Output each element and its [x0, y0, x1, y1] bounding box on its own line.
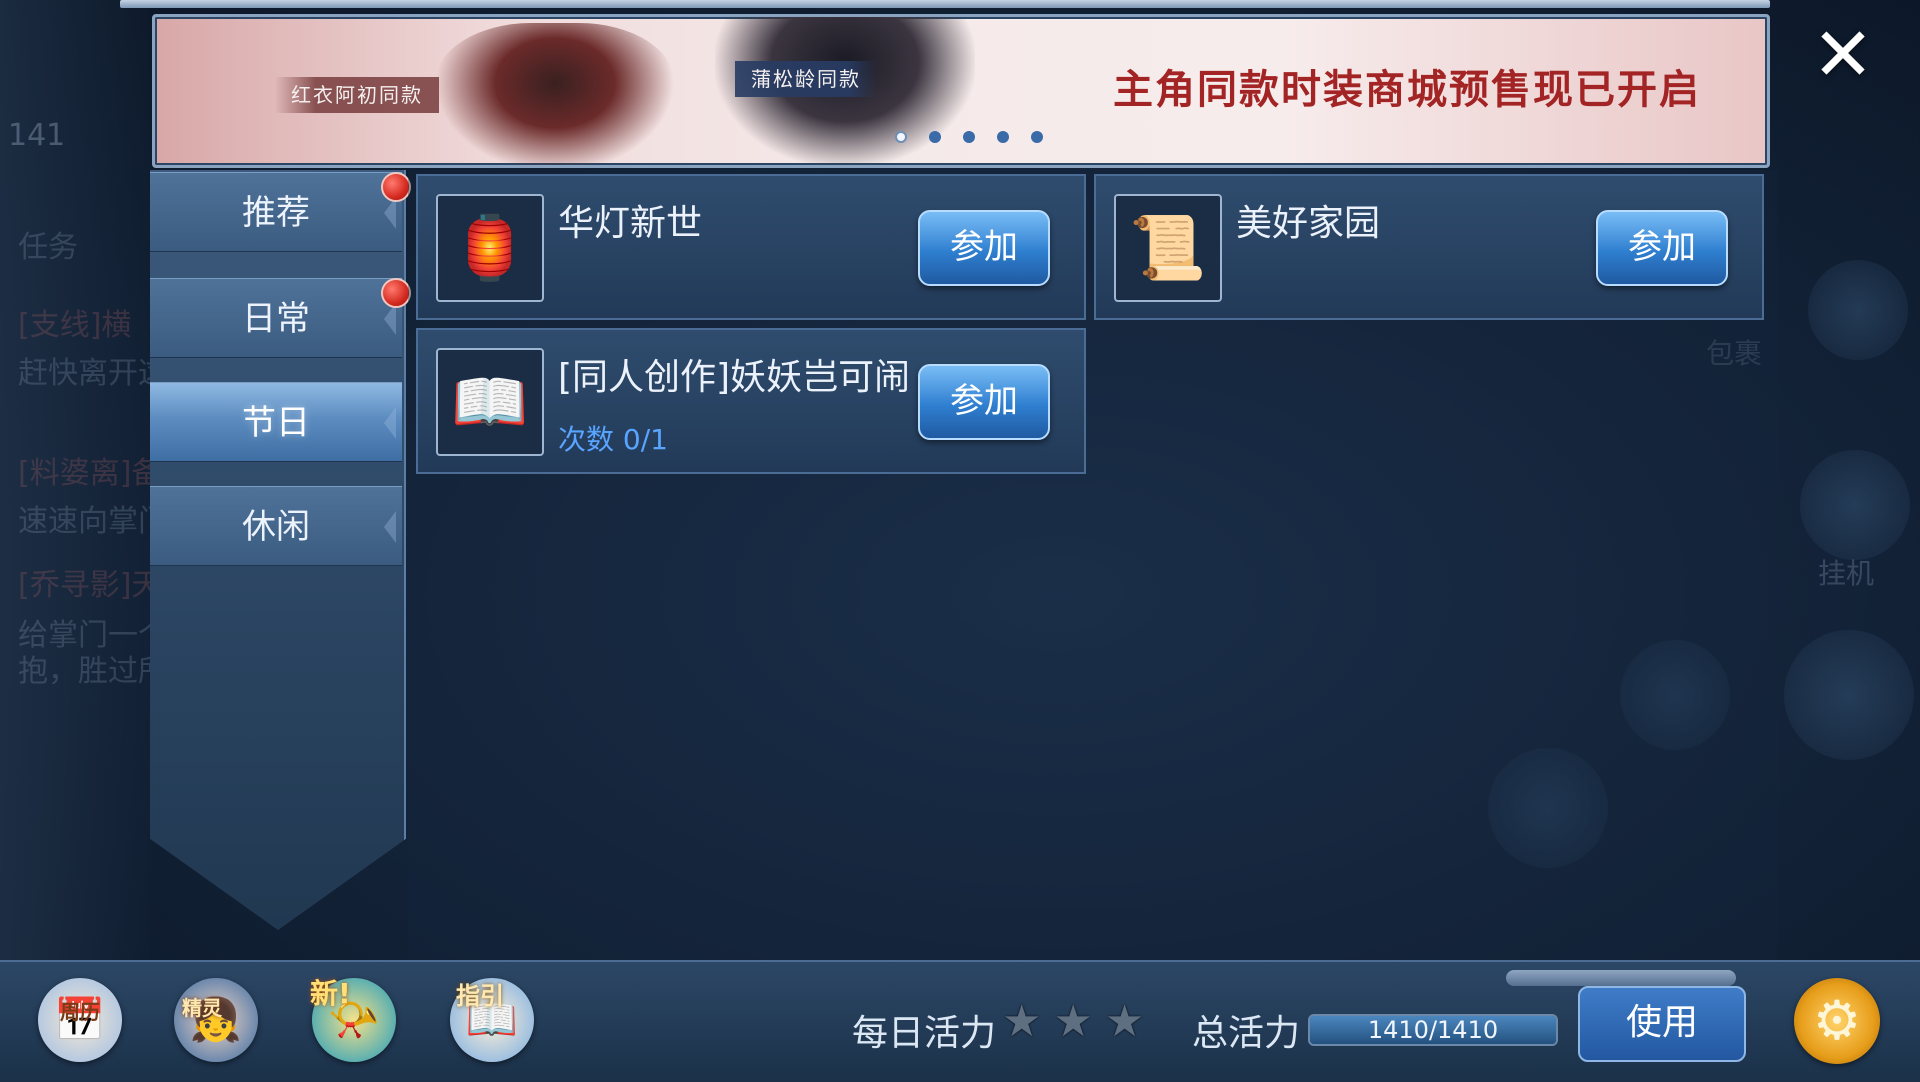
- use-button[interactable]: 使用: [1578, 986, 1746, 1062]
- star-icon: ★: [1053, 996, 1093, 1047]
- join-button[interactable]: 参加: [918, 210, 1050, 286]
- guide-label: 指引: [456, 982, 504, 1010]
- pagination-dot[interactable]: [963, 131, 975, 143]
- background-task-header: 任务: [18, 230, 78, 265]
- event-card: 📖 [同人创作]妖妖岂可闹 次数 0/1 参加: [416, 328, 1086, 474]
- pagination-dot[interactable]: [929, 131, 941, 143]
- tab-festival[interactable]: 节日: [150, 382, 402, 462]
- daily-vitality-stars: ★ ★ ★: [1002, 1000, 1144, 1044]
- tab-leisure[interactable]: 休闲: [150, 486, 402, 566]
- event-title: [同人创作]妖妖岂可闹: [558, 357, 911, 398]
- event-card: 📜 美好家园 参加: [1094, 174, 1764, 320]
- tab-daily[interactable]: 日常: [150, 278, 402, 358]
- daily-vitality-label: 每日活力: [852, 1013, 997, 1054]
- close-button[interactable]: ✕: [1808, 18, 1878, 92]
- banner-tag: 蒲松龄同款: [735, 61, 877, 97]
- join-button[interactable]: 参加: [918, 364, 1050, 440]
- vitality-value: 1410/1410: [1367, 1016, 1499, 1044]
- total-vitality-label: 总活力: [1192, 1013, 1301, 1054]
- event-title: 美好家园: [1236, 203, 1381, 244]
- pagination-dot[interactable]: [895, 131, 907, 143]
- join-button[interactable]: 参加: [1596, 210, 1728, 286]
- background-level-number: 141: [8, 118, 66, 153]
- background-swords-icon: [1800, 450, 1910, 560]
- event-card: 🏮 华灯新世 参加: [416, 174, 1086, 320]
- pagination-dot[interactable]: [997, 131, 1009, 143]
- book-icon: 📖: [436, 348, 544, 456]
- scroll-icon: 📜: [1114, 194, 1222, 302]
- background-task-line: [支线]横: [18, 308, 132, 343]
- banner-tag: 红衣阿初同款: [275, 77, 439, 113]
- spirit-label: 精灵: [182, 996, 222, 1020]
- tab-recommended[interactable]: 推荐: [150, 172, 402, 252]
- background-idle-label: 挂机: [1818, 557, 1875, 590]
- tab-label: 日常: [242, 299, 310, 339]
- promo-banner[interactable]: 红衣阿初同款 蒲松龄同款 主角同款时装商城预售现已开启: [152, 14, 1770, 168]
- tab-label: 节日: [242, 403, 310, 443]
- scroll-handle[interactable]: [1506, 970, 1736, 986]
- lantern-icon: 🏮: [436, 194, 544, 302]
- background-attack-icon: [1784, 630, 1914, 760]
- star-icon: ★: [1104, 996, 1145, 1047]
- banner-rail: [120, 0, 1770, 8]
- banner-character-art: [435, 23, 675, 165]
- background-task-line: [料婆离]备: [18, 456, 162, 491]
- banner-headline: 主角同款时装商城预售现已开启: [1113, 66, 1701, 113]
- weekly-calendar-label: 周历: [60, 1000, 100, 1024]
- attempt-count: 次数 0/1: [558, 423, 668, 456]
- pagination-dot[interactable]: [1031, 131, 1043, 143]
- new-feature-label: 新!: [310, 977, 351, 1010]
- settings-gear-icon[interactable]: ⚙: [1794, 978, 1880, 1064]
- event-title: 华灯新世: [558, 203, 703, 244]
- tab-label: 推荐: [242, 193, 310, 233]
- tab-label: 休闲: [242, 507, 310, 547]
- notification-badge: [381, 278, 411, 308]
- star-icon: ★: [1002, 996, 1042, 1047]
- background-plus-icon: [1808, 260, 1908, 360]
- banner-pagination: [895, 131, 1043, 143]
- notification-badge: [381, 172, 411, 202]
